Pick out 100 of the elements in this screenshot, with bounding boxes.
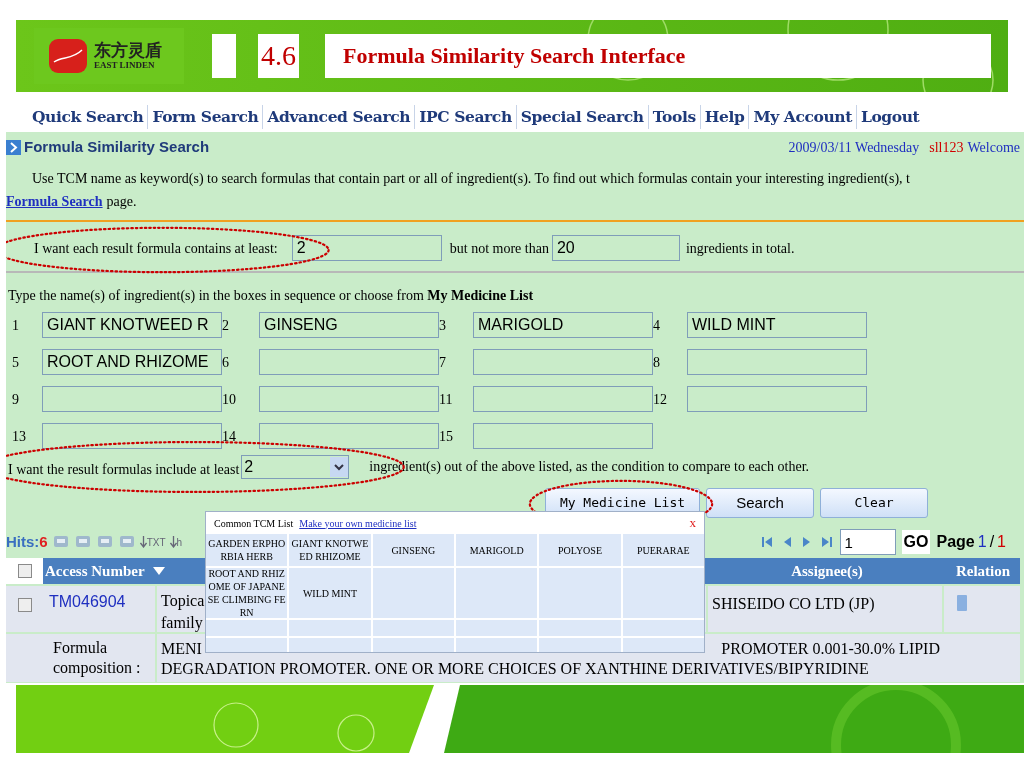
- slot-number: 7: [439, 353, 447, 372]
- max-count-label: but not more than: [449, 239, 549, 258]
- medicine-cell[interactable]: ROOT AND RHIZOME OF JAPANESE CLIMBING FERN: [206, 568, 288, 618]
- logo-text: 东方灵盾: [94, 42, 162, 59]
- ingredient-field[interactable]: MARIGOLD: [473, 312, 653, 338]
- ingredient-field[interactable]: WILD MINT: [687, 312, 867, 338]
- min-count-field[interactable]: 2: [291, 235, 442, 261]
- ingredient-field[interactable]: GIANT KNOTWEED R: [42, 312, 222, 338]
- slot-number: 6: [222, 353, 230, 372]
- slot-number: 9: [12, 390, 20, 409]
- assignee-cell: SHISEIDO CO LTD (JP): [712, 595, 875, 612]
- column-header[interactable]: Assignee(s): [708, 559, 946, 583]
- last-page-icon[interactable]: [819, 535, 834, 549]
- hits-label: Hits:: [6, 531, 40, 552]
- medicine-cell[interactable]: PUERARAE: [622, 534, 704, 566]
- total-pages: 1: [997, 532, 1006, 552]
- ingredient-field[interactable]: [687, 349, 867, 375]
- intro-suffix: page.: [106, 193, 137, 211]
- nav-link[interactable]: Special Search: [515, 105, 648, 129]
- section-number: 4.6: [258, 34, 299, 78]
- action-button[interactable]: Clear: [820, 488, 928, 518]
- date-text: 2009/03/11 Wednesday: [788, 138, 920, 157]
- nav-link[interactable]: IPC Search: [414, 105, 516, 129]
- medicine-cell[interactable]: MARIGOLD: [456, 534, 538, 566]
- slot-number: 14: [222, 427, 237, 446]
- nav-link[interactable]: Tools: [647, 105, 700, 129]
- slot-number: 13: [12, 427, 27, 446]
- nav-link[interactable]: Advanced Search: [262, 105, 415, 129]
- ingredient-field[interactable]: [473, 349, 653, 375]
- slot-number: 2: [222, 316, 230, 335]
- blank-panel: [212, 34, 236, 78]
- page-separator: /: [989, 532, 995, 552]
- slot-number: 15: [439, 427, 454, 446]
- download-arrow-icon: [169, 536, 177, 548]
- match-label: I want the result formulas include at least: [8, 461, 240, 479]
- download-arrow-icon: [139, 536, 147, 548]
- page-label: Page: [936, 532, 975, 552]
- ingredient-field[interactable]: ROOT AND RHIZOME: [42, 349, 222, 375]
- match-count-select[interactable]: 2: [241, 454, 350, 479]
- export-button[interactable]: TXT: [139, 536, 166, 548]
- nav-link[interactable]: My Account: [748, 105, 856, 129]
- ingredient-field[interactable]: GINSENG: [259, 312, 439, 338]
- ingredient-field[interactable]: [473, 423, 653, 449]
- ingredient-field[interactable]: [473, 386, 653, 412]
- intro-text: Use TCM name as keyword(s) to search formulas that contain part or all of ingredient(s). To find out which formulas contain your interesting ingredient(s), t: [32, 171, 910, 186]
- slot-number: 5: [12, 353, 20, 372]
- slot-number: 11: [439, 390, 454, 409]
- medicine-cell[interactable]: GIANT KNOTWEED RHIZOME: [289, 534, 371, 566]
- access-number-link[interactable]: TM046904: [49, 593, 126, 610]
- slot-number: 12: [653, 390, 668, 409]
- title-text: Topica: [161, 591, 205, 612]
- composition-text: DEGRADATION PROMOTER. ONE OR MORE CHOICES OF XANTHINE DERIVATIVES/BIPYRIDINE: [161, 659, 869, 679]
- formula-search-link[interactable]: Formula Search: [6, 191, 103, 212]
- toolbar-icon[interactable]: [117, 534, 136, 550]
- column-header[interactable]: Access Number: [43, 559, 153, 583]
- total-suffix: ingredients in total.: [685, 239, 795, 258]
- medicine-cell[interactable]: GARDEN ERPHORBIA HERB: [206, 534, 288, 566]
- ingredient-field[interactable]: [259, 349, 439, 375]
- slot-number: 1: [12, 316, 20, 335]
- chevron-icon: [6, 139, 21, 155]
- popup-link[interactable]: Make your own medicine list: [299, 515, 417, 531]
- section-title: Formula Similarity Search: [24, 136, 210, 157]
- page-field[interactable]: 1: [839, 529, 896, 555]
- ingredient-field[interactable]: [259, 423, 439, 449]
- popup-tab[interactable]: Common TCM List: [214, 515, 294, 531]
- nav-link[interactable]: Logout: [855, 105, 924, 129]
- composition-text: MENI: [161, 639, 202, 659]
- toolbar-icon[interactable]: [73, 534, 92, 550]
- medicine-cell[interactable]: POLYOSE: [539, 534, 621, 566]
- relation-icon[interactable]: [956, 594, 968, 612]
- ingredient-field[interactable]: [259, 386, 439, 412]
- slot-number: 3: [439, 316, 447, 335]
- composition-label: Formula composition :: [53, 639, 141, 676]
- ingredient-field[interactable]: [42, 386, 222, 412]
- nav-link[interactable]: Form Search: [147, 105, 263, 129]
- medicine-cell[interactable]: GINSENG: [372, 534, 454, 566]
- username: sll123: [929, 138, 964, 157]
- checkbox[interactable]: [17, 598, 32, 612]
- checkbox[interactable]: [17, 564, 32, 578]
- first-page-icon[interactable]: [759, 535, 774, 549]
- instruction-text: Type the name(s) of ingredient(s) in the boxes in sequence or choose from My Medicine List: [8, 288, 534, 303]
- max-count-field[interactable]: 20: [551, 235, 680, 261]
- toolbar-icon[interactable]: [95, 534, 114, 550]
- ingredient-field[interactable]: [687, 386, 867, 412]
- current-page: 1: [977, 532, 987, 552]
- slot-number: 8: [653, 353, 661, 372]
- action-button[interactable]: Search: [706, 488, 814, 518]
- go-button[interactable]: GO: [901, 530, 931, 554]
- column-header[interactable]: Relation: [946, 559, 1020, 583]
- slide-title: Formula Similarity Search Interface: [325, 34, 991, 78]
- nav-link[interactable]: Quick Search: [28, 105, 148, 129]
- title-text: family: [161, 613, 203, 634]
- logo-subtext: EAST LINDEN: [94, 61, 156, 70]
- nav-link[interactable]: Help: [699, 105, 749, 129]
- sort-down-icon[interactable]: [152, 566, 165, 576]
- toolbar-icon[interactable]: [51, 534, 70, 550]
- ingredient-field[interactable]: [42, 423, 222, 449]
- composition-text: PROMOTER 0.001-30.0% LIPID: [721, 639, 940, 659]
- export-button[interactable]: h: [169, 536, 183, 548]
- medicine-cell[interactable]: WILD MINT: [289, 568, 371, 618]
